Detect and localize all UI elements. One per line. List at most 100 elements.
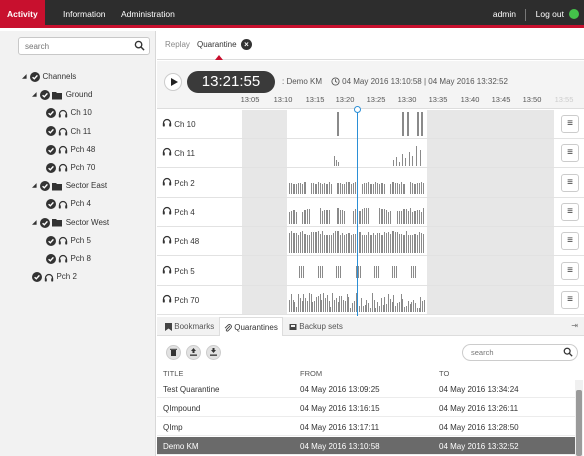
waveform-bar bbox=[297, 235, 300, 253]
timeline-tick: 13:15 bbox=[305, 95, 325, 104]
quarantine-search-input[interactable] bbox=[463, 345, 553, 360]
track-menu-button[interactable]: ≡ bbox=[561, 115, 579, 133]
playhead-handle[interactable] bbox=[354, 106, 361, 113]
breadcrumb-quarantine[interactable]: Quarantine bbox=[197, 40, 237, 49]
waveform-bar bbox=[341, 233, 344, 253]
cell-to: 04 May 2016 13:26:11 bbox=[439, 404, 519, 413]
pin-icon[interactable]: ⇥ bbox=[571, 321, 578, 330]
tree-item-sector-west[interactable]: ◢ Sector West bbox=[32, 216, 109, 230]
tree-item-sector-east[interactable]: ◢ Sector East bbox=[32, 179, 107, 193]
waveform-bar bbox=[328, 210, 330, 224]
checkbox-checked-icon[interactable] bbox=[46, 235, 56, 246]
waveform-bar bbox=[418, 183, 421, 194]
waveform-bar bbox=[295, 184, 297, 194]
waveform-bar bbox=[379, 233, 381, 253]
close-icon[interactable]: × bbox=[241, 39, 252, 50]
play-button[interactable] bbox=[164, 73, 182, 91]
waveform-bar bbox=[416, 235, 418, 253]
delete-button[interactable] bbox=[166, 345, 181, 360]
checkbox-checked-icon[interactable] bbox=[46, 199, 56, 210]
track-row[interactable]: Pch 4 ≡ bbox=[157, 198, 584, 227]
track-menu-button[interactable]: ≡ bbox=[561, 290, 579, 309]
checkbox-checked-icon[interactable] bbox=[46, 108, 56, 119]
track-menu-button[interactable]: ≡ bbox=[561, 144, 579, 163]
import-button[interactable] bbox=[206, 345, 221, 360]
waveform-bar bbox=[359, 232, 361, 253]
waveform-bar bbox=[359, 211, 361, 224]
expand-caret-icon[interactable]: ◢ bbox=[22, 70, 28, 84]
column-header-from[interactable]: FROM bbox=[300, 369, 322, 378]
waveform-bar bbox=[295, 212, 297, 224]
search-icon[interactable] bbox=[134, 40, 145, 51]
tree-item-pch-2[interactable]: Pch 2 bbox=[32, 270, 77, 284]
track-menu-button[interactable]: ≡ bbox=[561, 173, 579, 192]
export-button[interactable] bbox=[186, 345, 201, 360]
table-row[interactable]: QImpound 04 May 2016 13:16:15 04 May 2016 … bbox=[157, 399, 577, 417]
tree-item-ground[interactable]: ◢ Ground bbox=[32, 88, 92, 102]
waveform-bar bbox=[363, 183, 366, 194]
tree-item-label: Ch 11 bbox=[70, 126, 92, 136]
logout-button[interactable]: Log out bbox=[536, 0, 564, 28]
expand-caret-icon[interactable]: ◢ bbox=[32, 179, 38, 193]
column-header-to[interactable]: TO bbox=[439, 369, 449, 378]
clock-icon bbox=[331, 77, 340, 86]
track-menu-button[interactable]: ≡ bbox=[561, 232, 579, 251]
tree-item-pch-5[interactable]: Pch 5 bbox=[46, 234, 91, 248]
sidebar: ◢ Channels ◢ Ground Ch 10 Ch 11 Pch 48 Pc… bbox=[0, 31, 156, 456]
waveform-bar bbox=[313, 232, 315, 253]
waveform-bar bbox=[412, 156, 414, 166]
tree-item-pch-48[interactable]: Pch 48 bbox=[46, 143, 95, 157]
track-row[interactable]: Pch 5 ≡ bbox=[157, 257, 584, 286]
track-menu-button[interactable]: ≡ bbox=[561, 202, 579, 221]
track-menu-button[interactable]: ≡ bbox=[561, 261, 579, 280]
checkbox-checked-icon[interactable] bbox=[46, 253, 56, 264]
waveform-bar bbox=[390, 211, 392, 224]
checkbox-checked-icon[interactable] bbox=[46, 144, 56, 155]
expand-caret-icon[interactable]: ◢ bbox=[32, 216, 38, 230]
expand-caret-icon[interactable]: ◢ bbox=[32, 88, 38, 102]
breadcrumb-replay[interactable]: Replay bbox=[165, 40, 190, 49]
waveform-bar bbox=[392, 182, 394, 194]
waveform-bar bbox=[412, 212, 414, 224]
waveform-bar bbox=[390, 234, 392, 253]
tree-item-pch-8[interactable]: Pch 8 bbox=[46, 252, 91, 266]
tab-backup-sets[interactable]: Backup sets bbox=[285, 317, 347, 336]
checkbox-checked-icon[interactable] bbox=[46, 126, 56, 137]
track-row[interactable]: Ch 11 ≡ bbox=[157, 139, 584, 169]
tree-item-channels[interactable]: ◢ Channels bbox=[22, 70, 76, 84]
checkbox-checked-icon[interactable] bbox=[40, 90, 51, 101]
tab-bookmarks[interactable]: Bookmarks bbox=[161, 317, 218, 336]
timeline-ruler[interactable]: 13:05 13:10 13:15 13:20 13:25 13:30 13:35 13:40… bbox=[157, 95, 584, 107]
timeline-tick: 13:55 bbox=[554, 95, 574, 104]
search-icon[interactable] bbox=[563, 347, 573, 357]
table-row[interactable]: Demo KM 04 May 2016 13:10:58 04 May 2016 1… bbox=[157, 437, 577, 455]
waveform-bar bbox=[346, 182, 348, 194]
checkbox-checked-icon[interactable] bbox=[40, 181, 51, 192]
cell-title: QImpound bbox=[163, 404, 201, 413]
tab-information[interactable]: Information bbox=[56, 0, 113, 28]
scrollbar[interactable] bbox=[575, 380, 583, 456]
tree-item-ch-10[interactable]: Ch 10 bbox=[46, 106, 92, 120]
playhead[interactable] bbox=[357, 109, 358, 316]
sidebar-search-input[interactable] bbox=[19, 38, 129, 54]
tab-quarantines[interactable]: Quarantines bbox=[219, 317, 283, 336]
checkbox-checked-icon[interactable] bbox=[40, 217, 51, 228]
tab-activity[interactable]: Activity bbox=[0, 0, 45, 28]
timeline-tick: 13:05 bbox=[240, 95, 260, 104]
table-row[interactable]: Test Quarantine 04 May 2016 13:09:25 04 Ma… bbox=[157, 380, 577, 398]
waveform-bar bbox=[315, 184, 317, 194]
checkbox-checked-icon[interactable] bbox=[30, 72, 41, 82]
tab-administration[interactable]: Administration bbox=[114, 0, 182, 28]
tree-item-pch-70[interactable]: Pch 70 bbox=[46, 161, 95, 175]
tree-item-pch-4[interactable]: Pch 4 bbox=[46, 197, 91, 211]
checkbox-checked-icon[interactable] bbox=[32, 272, 42, 283]
track-row[interactable]: Ch 10 ≡ bbox=[157, 110, 584, 139]
tree-item-ch-11[interactable]: Ch 11 bbox=[46, 125, 91, 139]
scrollbar-thumb[interactable] bbox=[576, 390, 582, 456]
timeline-tick: 13:10 bbox=[273, 95, 293, 104]
player-header: 13:21:55 : Demo KM 04 May 2016 13:10:58 … bbox=[157, 61, 584, 109]
headphones-icon bbox=[58, 127, 68, 136]
checkbox-checked-icon[interactable] bbox=[46, 162, 56, 173]
column-header-title[interactable]: TITLE bbox=[163, 369, 183, 378]
table-row[interactable]: QImp 04 May 2016 13:17:11 04 May 2016 13:2… bbox=[157, 418, 577, 436]
